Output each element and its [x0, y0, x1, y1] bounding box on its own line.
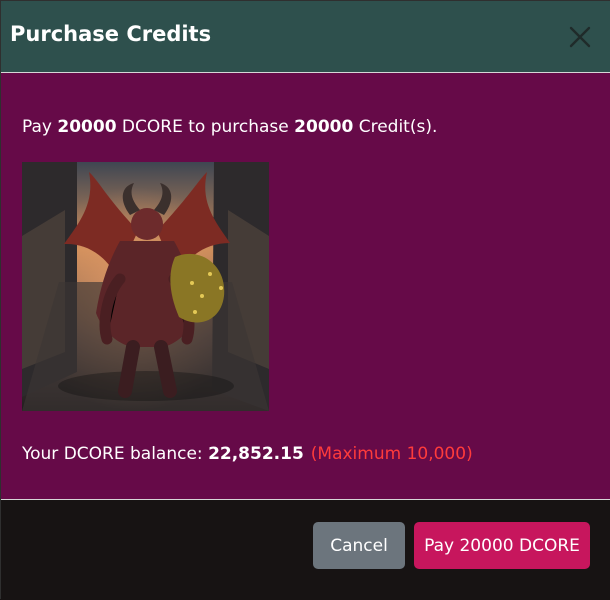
balance-line: Your DCORE balance: 22,852.15 (Maximum 10…	[22, 443, 473, 465]
modal-title: Purchase Credits	[10, 22, 212, 46]
modal-body: Pay 20000 DCORE to purchase 20000 Credit…	[1, 73, 610, 499]
winged-demon-artwork	[22, 162, 269, 411]
demon-image	[22, 162, 269, 411]
modal-header: Purchase Credits	[1, 1, 610, 73]
purchase-message: Pay 20000 DCORE to purchase 20000 Credit…	[22, 116, 437, 138]
close-button[interactable]	[564, 21, 596, 53]
message-suffix: Credit(s).	[353, 117, 438, 137]
message-prefix: Pay	[22, 117, 58, 137]
payment-amount: 20000	[57, 117, 117, 137]
purchase-credits-modal: Purchase Credits Pay 20000 DCORE to purc…	[0, 0, 610, 600]
pay-button[interactable]: Pay 20000 DCORE	[414, 522, 590, 569]
message-middle: DCORE to purchase	[116, 117, 295, 137]
maximum-limit: (Maximum 10,000)	[310, 444, 473, 464]
modal-footer: Cancel Pay 20000 DCORE	[1, 500, 610, 600]
balance-label: Your DCORE balance:	[22, 444, 209, 464]
close-icon	[569, 26, 591, 48]
credit-amount: 20000	[294, 117, 354, 137]
cancel-button[interactable]: Cancel	[313, 522, 405, 569]
balance-value: 22,852.15	[208, 444, 304, 464]
